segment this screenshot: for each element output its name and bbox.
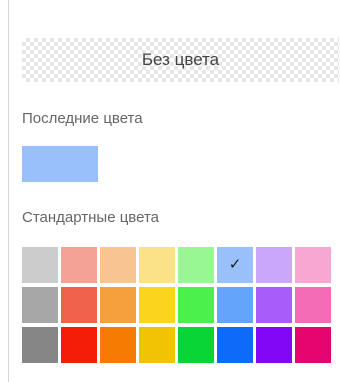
color-swatch[interactable] [256,247,292,283]
color-swatch[interactable] [61,327,97,363]
standard-colors-grid: ✓ [22,247,337,367]
color-swatch[interactable]: ✓ [217,247,253,283]
color-swatch[interactable] [100,287,136,323]
color-swatch[interactable] [178,287,214,323]
color-swatch[interactable] [139,327,175,363]
color-swatch[interactable] [295,287,331,323]
checkmark-icon: ✓ [228,254,242,273]
color-swatch[interactable] [100,327,136,363]
color-swatch[interactable] [295,327,331,363]
color-swatch[interactable] [178,247,214,283]
recent-color-swatch[interactable] [22,146,98,182]
color-swatch[interactable] [217,327,253,363]
color-swatch[interactable] [139,247,175,283]
standard-colors-label: Стандартные цвета [22,209,159,226]
color-picker-panel: Без цвета Последние цвета Стандартные цв… [8,0,340,382]
color-swatch[interactable] [100,247,136,283]
color-swatch[interactable] [256,327,292,363]
color-swatch[interactable] [22,287,58,323]
recent-colors-label: Последние цвета [22,110,143,127]
no-color-label: Без цвета [141,50,220,69]
color-swatch[interactable] [139,287,175,323]
color-swatch[interactable] [22,247,58,283]
color-swatch[interactable] [217,287,253,323]
color-swatch[interactable] [256,287,292,323]
no-color-button[interactable]: Без цвета [22,38,339,82]
color-swatch[interactable] [61,247,97,283]
color-swatch[interactable] [22,327,58,363]
color-swatch[interactable] [61,287,97,323]
color-swatch[interactable] [295,247,331,283]
color-swatch[interactable] [178,327,214,363]
